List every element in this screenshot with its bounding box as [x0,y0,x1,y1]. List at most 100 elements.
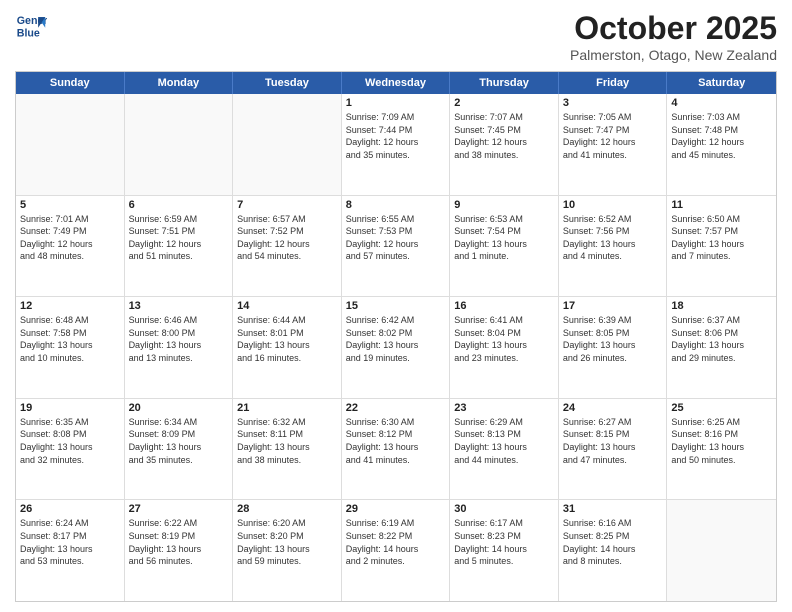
day-number: 21 [237,402,337,414]
day-content: Sunrise: 6:57 AM Sunset: 7:52 PM Dayligh… [237,213,337,263]
day-content: Sunrise: 6:25 AM Sunset: 8:16 PM Dayligh… [671,416,772,466]
day-number: 12 [20,300,120,312]
day-content: Sunrise: 6:20 AM Sunset: 8:20 PM Dayligh… [237,517,337,567]
day-header-monday: Monday [125,72,234,94]
day-number: 17 [563,300,663,312]
title-area: October 2025 Palmerston, Otago, New Zeal… [570,10,777,63]
day-content: Sunrise: 6:27 AM Sunset: 8:15 PM Dayligh… [563,416,663,466]
day-header-tuesday: Tuesday [233,72,342,94]
day-content: Sunrise: 6:35 AM Sunset: 8:08 PM Dayligh… [20,416,120,466]
cal-cell-4-5: 31 Sunrise: 6:16 AM Sunset: 8:25 PM Dayli… [559,500,668,601]
cal-cell-4-0: 26Sunrise: 6:24 AM Sunset: 8:17 PM Dayli… [16,500,125,601]
day-header-sunday: Sunday [16,72,125,94]
day-number: 27 [129,503,229,515]
cal-cell-0-6: 4Sunrise: 7:03 AM Sunset: 7:48 PM Daylig… [667,94,776,195]
cal-cell-1-0: 5Sunrise: 7:01 AM Sunset: 7:49 PM Daylig… [16,196,125,297]
cal-cell-1-6: 11 Sunrise: 6:50 AM Sunset: 7:57 PM Dayli… [667,196,776,297]
cal-cell-2-5: 17 Sunrise: 6:39 AM Sunset: 8:05 PM Dayli… [559,297,668,398]
day-number: 23 [454,402,554,414]
day-number: 3 [563,97,663,109]
day-content: Sunrise: 6:50 AM Sunset: 7:57 PM Dayligh… [671,213,772,263]
cal-cell-3-3: 22Sunrise: 6:30 AM Sunset: 8:12 PM Dayli… [342,399,451,500]
cal-cell-4-3: 29 Sunrise: 6:19 AM Sunset: 8:22 PM Dayli… [342,500,451,601]
month-title: October 2025 [570,10,777,47]
day-content: Sunrise: 6:42 AM Sunset: 8:02 PM Dayligh… [346,314,446,364]
day-number: 19 [20,402,120,414]
cal-cell-4-4: 30Sunrise: 6:17 AM Sunset: 8:23 PM Dayli… [450,500,559,601]
day-content: Sunrise: 7:09 AM Sunset: 7:44 PM Dayligh… [346,111,446,161]
calendar-week-1: 1Sunrise: 7:09 AM Sunset: 7:44 PM Daylig… [16,94,776,196]
cal-cell-4-1: 27 Sunrise: 6:22 AM Sunset: 8:19 PM Dayli… [125,500,234,601]
day-content: Sunrise: 6:16 AM Sunset: 8:25 PM Dayligh… [563,517,663,567]
day-content: Sunrise: 6:32 AM Sunset: 8:11 PM Dayligh… [237,416,337,466]
day-number: 24 [563,402,663,414]
day-content: Sunrise: 6:34 AM Sunset: 8:09 PM Dayligh… [129,416,229,466]
day-content: Sunrise: 6:17 AM Sunset: 8:23 PM Dayligh… [454,517,554,567]
cal-cell-3-2: 21 Sunrise: 6:32 AM Sunset: 8:11 PM Dayli… [233,399,342,500]
day-number: 22 [346,402,446,414]
day-content: Sunrise: 6:53 AM Sunset: 7:54 PM Dayligh… [454,213,554,263]
cal-cell-4-6 [667,500,776,601]
cal-cell-2-4: 16 Sunrise: 6:41 AM Sunset: 8:04 PM Dayli… [450,297,559,398]
day-number: 13 [129,300,229,312]
cal-cell-0-4: 2 Sunrise: 7:07 AM Sunset: 7:45 PM Daylig… [450,94,559,195]
day-number: 11 [671,199,772,211]
cal-cell-2-0: 12 Sunrise: 6:48 AM Sunset: 7:58 PM Dayli… [16,297,125,398]
day-header-saturday: Saturday [667,72,776,94]
day-number: 29 [346,503,446,515]
day-number: 7 [237,199,337,211]
day-number: 8 [346,199,446,211]
cal-cell-2-1: 13Sunrise: 6:46 AM Sunset: 8:00 PM Dayli… [125,297,234,398]
day-content: Sunrise: 6:59 AM Sunset: 7:51 PM Dayligh… [129,213,229,263]
cal-cell-0-1 [125,94,234,195]
day-number: 16 [454,300,554,312]
day-content: Sunrise: 6:48 AM Sunset: 7:58 PM Dayligh… [20,314,120,364]
cal-cell-1-1: 6Sunrise: 6:59 AM Sunset: 7:51 PM Daylig… [125,196,234,297]
day-header-wednesday: Wednesday [342,72,451,94]
cal-cell-1-2: 7 Sunrise: 6:57 AM Sunset: 7:52 PM Daylig… [233,196,342,297]
day-content: Sunrise: 6:24 AM Sunset: 8:17 PM Dayligh… [20,517,120,567]
calendar: Sunday Monday Tuesday Wednesday Thursday… [15,71,777,602]
cal-cell-2-2: 14 Sunrise: 6:44 AM Sunset: 8:01 PM Dayli… [233,297,342,398]
day-content: Sunrise: 6:37 AM Sunset: 8:06 PM Dayligh… [671,314,772,364]
day-number: 31 [563,503,663,515]
calendar-body: 1Sunrise: 7:09 AM Sunset: 7:44 PM Daylig… [16,94,776,601]
day-content: Sunrise: 6:19 AM Sunset: 8:22 PM Dayligh… [346,517,446,567]
location-subtitle: Palmerston, Otago, New Zealand [570,47,777,63]
day-content: Sunrise: 7:07 AM Sunset: 7:45 PM Dayligh… [454,111,554,161]
day-content: Sunrise: 6:39 AM Sunset: 8:05 PM Dayligh… [563,314,663,364]
cal-cell-4-2: 28Sunrise: 6:20 AM Sunset: 8:20 PM Dayli… [233,500,342,601]
cal-cell-0-2 [233,94,342,195]
day-content: Sunrise: 6:44 AM Sunset: 8:01 PM Dayligh… [237,314,337,364]
day-header-friday: Friday [559,72,668,94]
day-content: Sunrise: 6:52 AM Sunset: 7:56 PM Dayligh… [563,213,663,263]
cal-cell-1-5: 10 Sunrise: 6:52 AM Sunset: 7:56 PM Dayli… [559,196,668,297]
cal-cell-1-4: 9 Sunrise: 6:53 AM Sunset: 7:54 PM Daylig… [450,196,559,297]
day-number: 10 [563,199,663,211]
day-number: 18 [671,300,772,312]
cal-cell-3-0: 19 Sunrise: 6:35 AM Sunset: 8:08 PM Dayli… [16,399,125,500]
calendar-week-2: 5Sunrise: 7:01 AM Sunset: 7:49 PM Daylig… [16,196,776,298]
day-header-thursday: Thursday [450,72,559,94]
day-number: 4 [671,97,772,109]
page: General Blue October 2025 Palmerston, Ot… [0,0,792,612]
cal-cell-0-5: 3Sunrise: 7:05 AM Sunset: 7:47 PM Daylig… [559,94,668,195]
cal-cell-3-6: 25Sunrise: 6:25 AM Sunset: 8:16 PM Dayli… [667,399,776,500]
day-number: 14 [237,300,337,312]
day-number: 15 [346,300,446,312]
calendar-header: Sunday Monday Tuesday Wednesday Thursday… [16,72,776,94]
day-number: 9 [454,199,554,211]
day-content: Sunrise: 6:41 AM Sunset: 8:04 PM Dayligh… [454,314,554,364]
day-number: 20 [129,402,229,414]
day-number: 5 [20,199,120,211]
day-number: 2 [454,97,554,109]
svg-text:Blue: Blue [17,28,40,40]
header: General Blue October 2025 Palmerston, Ot… [15,10,777,63]
day-content: Sunrise: 6:55 AM Sunset: 7:53 PM Dayligh… [346,213,446,263]
cal-cell-2-6: 18 Sunrise: 6:37 AM Sunset: 8:06 PM Dayli… [667,297,776,398]
cal-cell-3-1: 20 Sunrise: 6:34 AM Sunset: 8:09 PM Dayli… [125,399,234,500]
day-content: Sunrise: 6:22 AM Sunset: 8:19 PM Dayligh… [129,517,229,567]
cal-cell-3-5: 24 Sunrise: 6:27 AM Sunset: 8:15 PM Dayli… [559,399,668,500]
logo-icon: General Blue [15,10,47,42]
cal-cell-0-3: 1Sunrise: 7:09 AM Sunset: 7:44 PM Daylig… [342,94,451,195]
